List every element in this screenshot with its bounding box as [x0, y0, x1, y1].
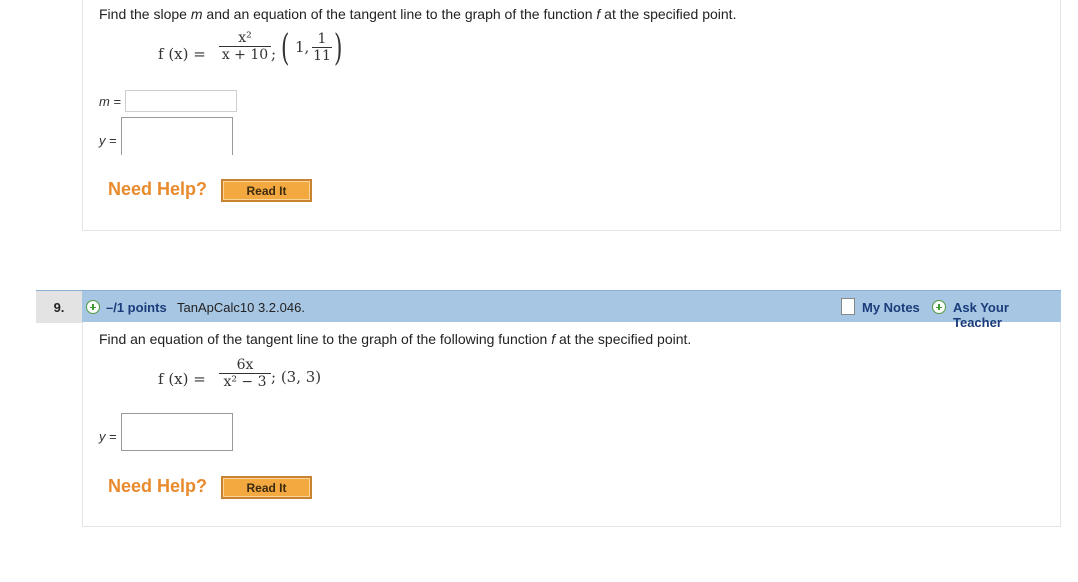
q9-y-label: y = — [99, 429, 117, 444]
q8-prompt-text: Find the slope — [99, 6, 191, 22]
q8-need-help: Need Help? — [108, 179, 208, 199]
q8-left-paren: ( — [281, 28, 290, 69]
q8-m-label: m = — [99, 94, 121, 109]
q8-equation-input[interactable] — [121, 117, 233, 155]
q9-equation-input[interactable] — [121, 413, 233, 451]
q9-function-denominator: x² − 3 — [223, 374, 267, 390]
q9-function-numerator: 6x — [236, 357, 254, 373]
q9-points[interactable]: –/1 points — [106, 300, 167, 315]
q8-prompt-var-m: m — [190, 6, 203, 22]
q9-number: 9. — [36, 291, 82, 323]
q8-prompt-text-3: at the specified point. — [600, 6, 737, 22]
ask-teacher-plus-icon[interactable] — [932, 300, 946, 314]
q8-right-paren: ) — [334, 28, 343, 69]
q8-function-fraction: x² x + 10 — [219, 30, 271, 63]
q8-point-denominator: 11 — [313, 48, 331, 64]
q8-point-x: 1, — [295, 38, 310, 56]
plus-circle-icon[interactable] — [86, 300, 100, 314]
my-notes-link[interactable]: My Notes — [862, 300, 920, 315]
q9-prompt-text: Find an equation of the tangent line to … — [99, 331, 552, 347]
q8-m-label-var: m — [99, 94, 110, 109]
q8-slope-input[interactable] — [125, 90, 237, 112]
q9-function-lhs: f (x) = — [158, 370, 206, 388]
q8-prompt: Find the slope m and an equation of the … — [99, 6, 736, 22]
q9-read-it-button[interactable]: Read It — [221, 476, 312, 499]
q8-point-numerator: 1 — [317, 31, 327, 47]
q9-function-fraction: 6x x² − 3 — [219, 357, 271, 390]
q9-need-help: Need Help? — [108, 476, 208, 496]
q8-function-denominator: x + 10 — [221, 47, 269, 63]
notes-icon[interactable] — [841, 298, 855, 315]
q8-y-label: y = — [99, 133, 117, 148]
q9-source: TanApCalc10 3.2.046. — [177, 300, 305, 315]
q8-point-fraction: 1 11 — [312, 31, 332, 64]
q8-function-separator: ; — [271, 45, 277, 63]
q8-prompt-text-2: and an equation of the tangent line to t… — [202, 6, 597, 22]
q8-m-label-eq: = — [109, 94, 122, 109]
q9-prompt-text-2: at the specified point. — [555, 331, 692, 347]
q8-y-label-eq: = — [105, 133, 117, 148]
q9-point: ; (3, 3) — [271, 368, 322, 386]
q8-function-lhs: f (x) = — [158, 45, 206, 63]
q9-header-bar: 9. –/1 points TanApCalc10 3.2.046. My No… — [36, 290, 1061, 330]
q8-read-it-button[interactable]: Read It — [221, 179, 312, 202]
q9-prompt: Find an equation of the tangent line to … — [99, 331, 691, 347]
q8-function-numerator: x² — [238, 30, 252, 46]
q9-y-label-eq: = — [105, 429, 117, 444]
